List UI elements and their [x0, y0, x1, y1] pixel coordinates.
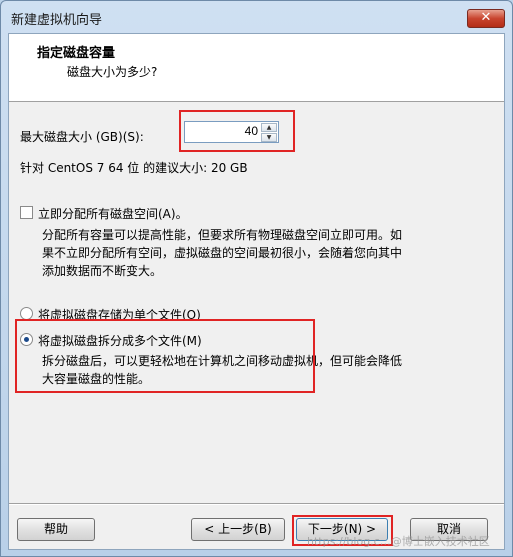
recommended-size-text: 针对 CentOS 7 64 位 的建议大小: 20 GB [20, 161, 248, 175]
allocate-desc-line: 果不立即分配所有空间，虚拟磁盘的空间最初很小，会随着您向其中 [42, 246, 403, 260]
window-title: 新建虚拟机向导 [11, 13, 103, 28]
chevron-up-icon: ▲ [266, 124, 272, 131]
allocate-desc-line: 分配所有容量可以提高性能，但要求所有物理磁盘空间立即可用。如 [42, 228, 403, 242]
footer-divider [9, 503, 504, 505]
wizard-body: 指定磁盘容量 磁盘大小为多少? 最大磁盘大小 (GB)(S): ▲ ▼ 针对 C… [8, 33, 505, 550]
allocate-all-label[interactable]: 立即分配所有磁盘空间(A)。 [38, 205, 188, 222]
page-title: 指定磁盘容量 [37, 46, 116, 61]
help-button[interactable]: 帮助 [17, 518, 95, 541]
multi-file-description: 拆分磁盘后，可以更轻松地在计算机之间移动虚拟机，但可能会降低 大容量磁盘的性能。 [42, 352, 402, 388]
close-button[interactable]: ✕ [467, 9, 505, 28]
page-subtitle: 磁盘大小为多少? [67, 65, 158, 79]
single-file-radio[interactable] [20, 307, 33, 320]
chevron-down-icon: ▼ [266, 134, 272, 141]
stepper-down-button[interactable]: ▼ [261, 133, 277, 142]
wizard-header: 指定磁盘容量 磁盘大小为多少? [9, 34, 504, 102]
close-icon: ✕ [480, 10, 492, 25]
allocate-desc-line: 添加数据而不断变大。 [42, 264, 163, 278]
watermark-text: https://blog.c…@博士嵌入技术社区 [307, 535, 490, 548]
stepper-up-button[interactable]: ▲ [261, 123, 277, 132]
allocate-description: 分配所有容量可以提高性能，但要求所有物理磁盘空间立即可用。如 果不立即分配所有空… [42, 226, 402, 280]
title-bar[interactable]: 新建虚拟机向导 ✕ [1, 1, 512, 33]
disk-size-input[interactable] [185, 124, 258, 138]
single-file-label[interactable]: 将虚拟磁盘存储为单个文件(O) [38, 306, 201, 323]
multi-file-radio[interactable] [20, 333, 33, 346]
multi-file-label[interactable]: 将虚拟磁盘拆分成多个文件(M) [38, 332, 202, 349]
allocate-all-checkbox[interactable] [20, 206, 33, 219]
disk-size-stepper[interactable]: ▲ ▼ [184, 121, 279, 143]
multi-desc-line: 拆分磁盘后，可以更轻松地在计算机之间移动虚拟机，但可能会降低 [42, 354, 403, 368]
wizard-window: 新建虚拟机向导 ✕ 指定磁盘容量 磁盘大小为多少? 最大磁盘大小 (GB)(S)… [0, 0, 513, 557]
stepper-buttons: ▲ ▼ [261, 123, 277, 142]
back-button[interactable]: < 上一步(B) [191, 518, 285, 541]
disk-size-label: 最大磁盘大小 (GB)(S): [20, 130, 144, 144]
multi-desc-line: 大容量磁盘的性能。 [42, 372, 151, 386]
